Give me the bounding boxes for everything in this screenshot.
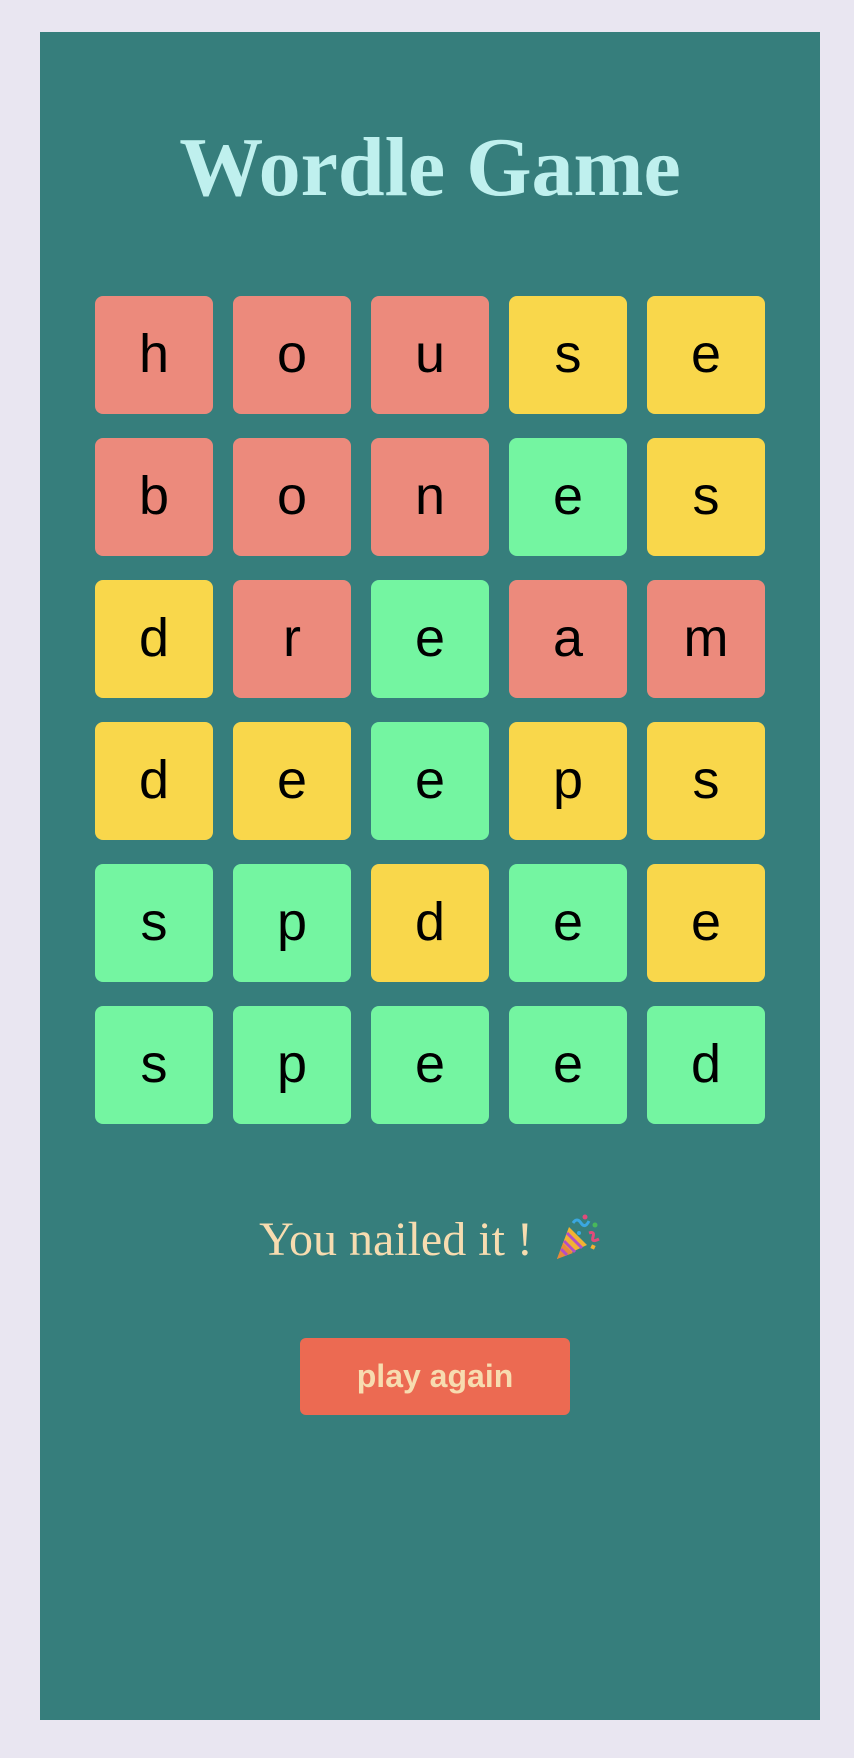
board-row: dream xyxy=(95,580,765,698)
letter-tile-absent: o xyxy=(233,296,351,414)
board-row: spdee xyxy=(95,864,765,982)
letter-tile-correct: s xyxy=(95,864,213,982)
letter-tile-absent: o xyxy=(233,438,351,556)
letter-tile-correct: p xyxy=(233,864,351,982)
letter-board: housebonesdreamdeepsspdeespeed xyxy=(95,296,765,1148)
result-message: You nailed it ! xyxy=(40,1210,820,1270)
letter-tile-absent: r xyxy=(233,580,351,698)
board-row: speed xyxy=(95,1006,765,1124)
board-row: deeps xyxy=(95,722,765,840)
letter-tile-absent: h xyxy=(95,296,213,414)
letter-tile-present: s xyxy=(647,438,765,556)
letter-tile-correct: e xyxy=(371,722,489,840)
play-again-button[interactable]: play again xyxy=(300,1338,570,1415)
letter-tile-correct: e xyxy=(371,1006,489,1124)
letter-tile-correct: e xyxy=(371,580,489,698)
letter-tile-correct: d xyxy=(647,1006,765,1124)
letter-tile-present: d xyxy=(95,580,213,698)
letter-tile-present: p xyxy=(509,722,627,840)
letter-tile-absent: a xyxy=(509,580,627,698)
letter-tile-correct: p xyxy=(233,1006,351,1124)
board-row: bones xyxy=(95,438,765,556)
letter-tile-present: s xyxy=(509,296,627,414)
letter-tile-absent: b xyxy=(95,438,213,556)
result-message-text: You nailed it ! xyxy=(259,1213,533,1266)
letter-tile-correct: e xyxy=(509,1006,627,1124)
letter-tile-correct: e xyxy=(509,438,627,556)
page-title: Wordle Game xyxy=(179,121,681,214)
letter-tile-present: e xyxy=(233,722,351,840)
letter-tile-present: d xyxy=(95,722,213,840)
letter-tile-correct: s xyxy=(95,1006,213,1124)
party-popper-icon xyxy=(551,1213,601,1263)
letter-tile-absent: u xyxy=(371,296,489,414)
board-row: house xyxy=(95,296,765,414)
letter-tile-present: d xyxy=(371,864,489,982)
letter-tile-correct: e xyxy=(509,864,627,982)
letter-tile-absent: n xyxy=(371,438,489,556)
letter-tile-present: e xyxy=(647,296,765,414)
letter-tile-present: s xyxy=(647,722,765,840)
game-panel: Wordle Game housebonesdreamdeepsspdeespe… xyxy=(40,32,820,1720)
letter-tile-present: e xyxy=(647,864,765,982)
letter-tile-absent: m xyxy=(647,580,765,698)
